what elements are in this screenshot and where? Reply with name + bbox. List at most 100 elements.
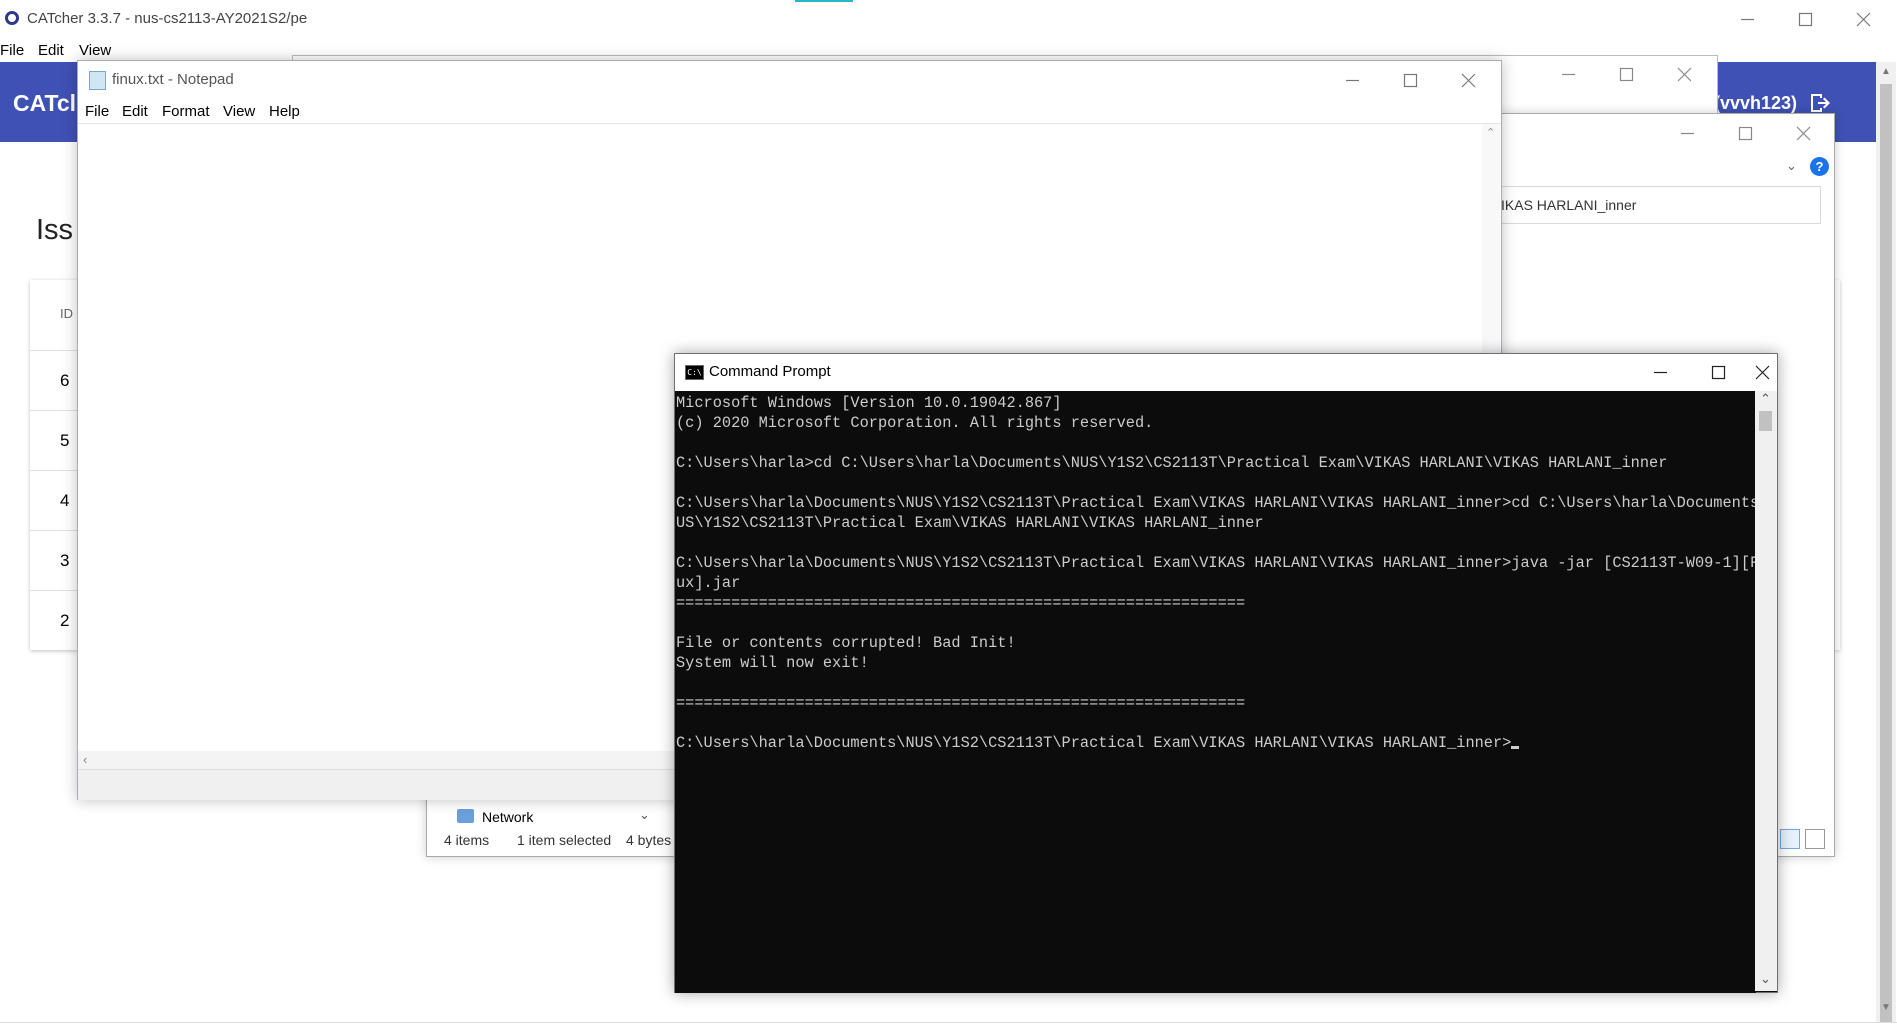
catcher-maximize-button[interactable] (1776, 0, 1834, 38)
catcher-minimize-button[interactable] (1718, 0, 1776, 38)
notepad-menu-file[interactable]: File (85, 103, 109, 120)
cmd-scrollbar[interactable]: ⌃ ⌄ (1755, 391, 1777, 991)
cmd-maximize-button[interactable] (1689, 354, 1747, 391)
explorer-minimize-button[interactable] (1658, 114, 1716, 152)
explorer-close-button[interactable] (1774, 114, 1832, 152)
console-line: ux].jar (676, 574, 741, 592)
explorer-maximize-button[interactable] (1716, 114, 1774, 152)
issue-id: 5 (60, 431, 70, 450)
minimize-icon (1740, 18, 1754, 20)
console-line: ========================================… (676, 594, 1246, 612)
catcher-menu-edit[interactable]: Edit (38, 42, 64, 59)
catcher-close-button[interactable] (1834, 0, 1892, 38)
catcher-titlebar-accent (795, 0, 853, 2)
explorer-back-close-button[interactable] (1655, 56, 1713, 92)
issue-id: 6 (60, 371, 70, 390)
bottom-strip (0, 1022, 1897, 1028)
issue-id: 4 (60, 491, 70, 510)
scroll-up-icon[interactable]: ⌃ (1760, 391, 1771, 407)
notepad-menu-format[interactable]: Format (162, 103, 210, 120)
maximize-icon (1619, 67, 1633, 81)
minimize-icon (1680, 132, 1694, 134)
cmd-window-title: Command Prompt (709, 363, 831, 380)
text-cursor (1511, 746, 1520, 749)
catcher-brand: CATcl (13, 90, 77, 116)
explorer-search-value: IKAS HARLANI_inner (1501, 197, 1637, 213)
console-line: File or contents corrupted! Bad Init! (676, 634, 1016, 652)
console-line: System will now exit! (676, 654, 869, 672)
minimize-icon (1561, 73, 1575, 75)
cmd-minimize-button[interactable] (1631, 354, 1689, 391)
ribbon-expand-icon[interactable]: ⌄ (1786, 158, 1797, 174)
catcher-window-title: CATcher 3.3.7 - nus-cs2113-AY2021S2/pe (27, 10, 308, 27)
explorer-back-maximize-button[interactable] (1597, 56, 1655, 92)
notepad-menubar: File Edit Format View Help (78, 99, 1501, 124)
notepad-window-title: finux.txt - Notepad (112, 71, 234, 88)
notepad-minimize-button[interactable] (1323, 61, 1381, 99)
notepad-menu-view[interactable]: View (223, 103, 255, 120)
console-prompt-line: C:\Users\harla\Documents\NUS\Y1S2\CS2113… (676, 734, 1512, 752)
notepad-app-icon (89, 71, 106, 90)
console-line: ========================================… (676, 694, 1246, 712)
id-column-header: ID (60, 306, 73, 321)
large-icons-view-icon[interactable] (1805, 829, 1825, 849)
scroll-down-icon[interactable]: ▼ (1881, 1002, 1891, 1013)
catcher-menu-view[interactable]: View (79, 42, 111, 59)
console-line: C:\Users\harla\Documents\NUS\Y1S2\CS2113… (676, 494, 1756, 512)
console-line: Microsoft Windows [Version 10.0.19042.86… (676, 394, 1062, 412)
catcher-scrollbar[interactable]: ▲ ▼ (1876, 62, 1896, 1024)
chevron-down-icon[interactable]: ⌄ (639, 807, 650, 823)
minimize-icon (1345, 79, 1359, 81)
details-view-icon[interactable] (1780, 829, 1800, 849)
cmd-titlebar: C:\ Command Prompt (675, 354, 1777, 391)
scroll-thumb[interactable] (1759, 411, 1772, 431)
console-line: US\Y1S2\CS2113T\Practical Exam\VIKAS HAR… (676, 514, 1264, 532)
network-icon (457, 809, 474, 823)
scroll-left-icon[interactable]: ‹ (83, 752, 87, 767)
catcher-titlebar: CATcher 3.3.7 - nus-cs2113-AY2021S2/pe (0, 0, 1897, 38)
console-line: C:\Users\harla\Documents\NUS\Y1S2\CS2113… (676, 554, 1756, 572)
catcher-menu-file[interactable]: File (0, 42, 24, 59)
close-icon (1856, 12, 1870, 26)
close-icon (1677, 67, 1691, 81)
logout-icon[interactable] (1808, 91, 1832, 115)
maximize-icon (1738, 126, 1752, 140)
notepad-titlebar: finux.txt - Notepad (78, 61, 1501, 99)
console-line: C:\Users\harla>cd C:\Users\harla\Documen… (676, 454, 1668, 472)
scroll-up-icon[interactable]: ▲ (1881, 66, 1891, 77)
issue-id: 2 (60, 611, 70, 630)
cmd-app-icon: C:\ (685, 365, 704, 380)
minimize-icon (1653, 371, 1667, 374)
catcher-user-label: (vvvh123) (1714, 93, 1798, 113)
catcher-page-heading: Iss (36, 214, 74, 246)
explorer-nav-network[interactable]: Network ⌄ (457, 807, 650, 829)
console-line: (c) 2020 Microsoft Corporation. All righ… (676, 414, 1154, 432)
explorer-back-minimize-button[interactable] (1539, 56, 1597, 92)
notepad-close-button[interactable] (1439, 61, 1497, 99)
close-icon (1796, 126, 1810, 140)
cmd-close-button[interactable] (1747, 354, 1777, 391)
status-size: 4 bytes (626, 832, 672, 848)
maximize-icon (1798, 12, 1812, 26)
network-label: Network (482, 809, 534, 825)
issue-id: 3 (60, 551, 70, 570)
help-icon[interactable]: ? (1810, 157, 1829, 176)
scroll-up-icon[interactable]: ⌃ (1486, 126, 1495, 139)
cmd-window: C:\ Command Prompt Microsoft Windows [Ve… (674, 353, 1778, 993)
cmd-console-output[interactable]: Microsoft Windows [Version 10.0.19042.86… (675, 391, 1756, 993)
notepad-menu-help[interactable]: Help (269, 103, 300, 120)
status-selected: 1 item selected (517, 832, 612, 848)
maximize-icon (1711, 365, 1725, 380)
maximize-icon (1403, 73, 1417, 87)
notepad-maximize-button[interactable] (1381, 61, 1439, 99)
scroll-down-icon[interactable]: ⌄ (1760, 971, 1771, 987)
scroll-thumb[interactable] (1880, 84, 1892, 1024)
close-icon (1461, 73, 1475, 87)
close-icon (1755, 365, 1769, 380)
notepad-menu-edit[interactable]: Edit (122, 103, 148, 120)
